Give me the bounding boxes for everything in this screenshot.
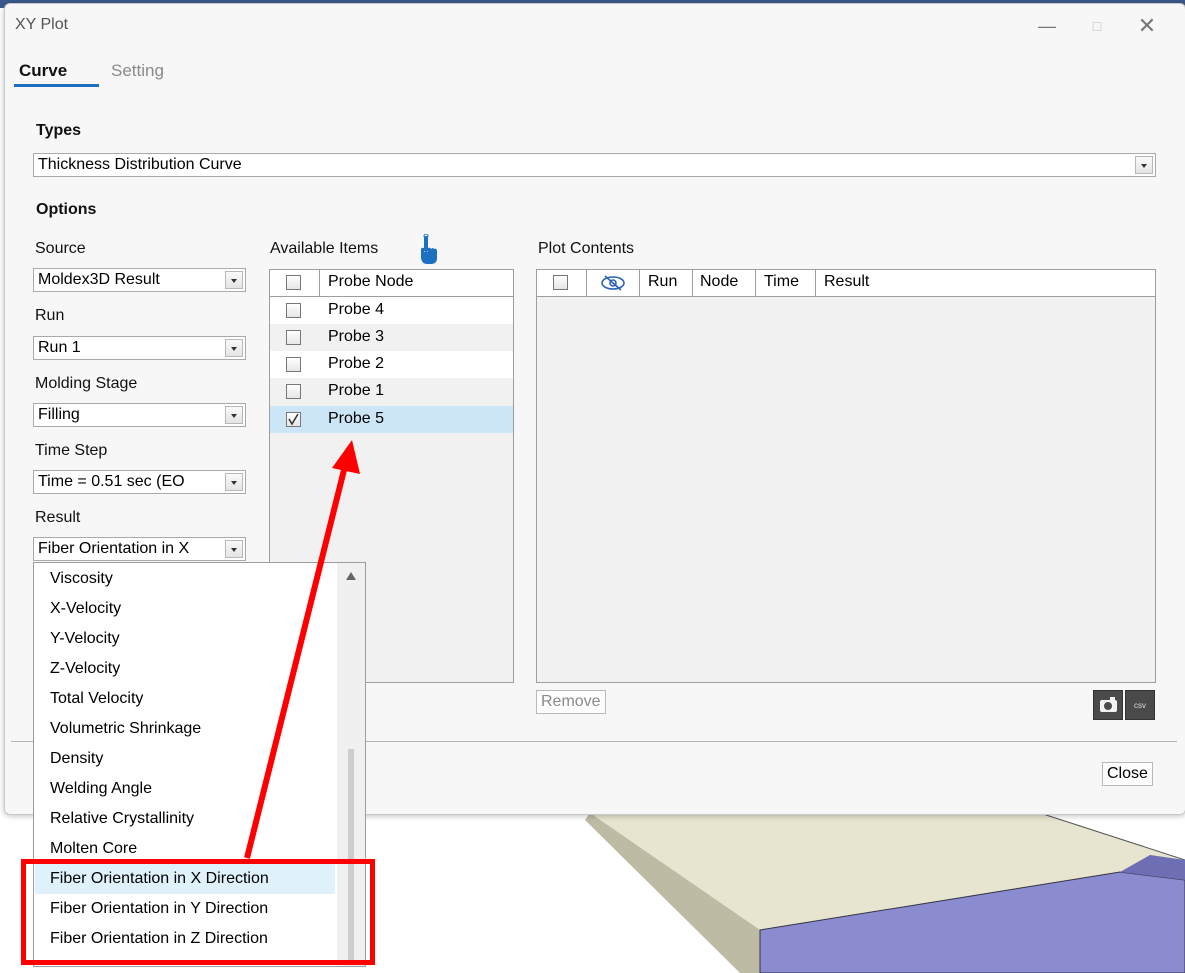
probe-checkbox[interactable] xyxy=(286,384,301,399)
result-label: Result xyxy=(35,509,81,526)
select-all-checkbox[interactable] xyxy=(286,275,301,290)
probe-checkbox[interactable] xyxy=(286,330,301,345)
chevron-down-icon[interactable] xyxy=(225,339,243,357)
col-result: Result xyxy=(824,273,870,290)
close-button[interactable]: Close xyxy=(1102,762,1153,786)
csv-export-icon[interactable]: csv xyxy=(1125,690,1155,720)
probe-label: Probe 1 xyxy=(328,382,385,399)
molding-stage-label: Molding Stage xyxy=(35,375,138,392)
result-select[interactable]: Fiber Orientation in X xyxy=(33,537,246,561)
list-item[interactable]: Probe 4 xyxy=(270,297,513,324)
scroll-up-icon[interactable] xyxy=(345,571,357,581)
dropdown-option[interactable]: Y-Velocity xyxy=(35,624,335,654)
chevron-down-icon[interactable] xyxy=(225,540,243,558)
types-value: Thickness Distribution Curve xyxy=(38,156,242,173)
time-step-label: Time Step xyxy=(35,442,108,459)
result-value: Fiber Orientation in X xyxy=(38,540,190,557)
list-item-selected[interactable]: Probe 5 xyxy=(270,406,513,433)
title-bar: XY Plot — □ ✕ xyxy=(5,4,1185,46)
dropdown-option[interactable]: Z-Velocity xyxy=(35,654,335,684)
chevron-down-icon[interactable] xyxy=(225,406,243,424)
maximize-icon[interactable]: □ xyxy=(1077,12,1117,40)
available-items-header: Probe Node xyxy=(270,270,513,297)
types-label: Types xyxy=(36,122,82,139)
list-item[interactable]: Probe 1 xyxy=(270,378,513,405)
probe-checkbox-checked[interactable] xyxy=(286,412,301,427)
tab-setting[interactable]: Setting xyxy=(111,61,164,87)
col-node: Node xyxy=(700,273,739,290)
visibility-off-icon[interactable] xyxy=(600,274,626,292)
molding-stage-value: Filling xyxy=(38,406,80,423)
probe-label: Probe 2 xyxy=(328,355,385,372)
chevron-down-icon[interactable] xyxy=(1135,156,1153,174)
window-title: XY Plot xyxy=(15,16,69,33)
hand-pointer-icon[interactable] xyxy=(417,234,441,266)
dropdown-option[interactable]: Volumetric Shrinkage xyxy=(35,714,335,744)
minimize-icon[interactable]: — xyxy=(1027,12,1067,40)
select-all-plot-checkbox[interactable] xyxy=(553,275,568,290)
plot-contents-label: Plot Contents xyxy=(538,240,635,257)
col-run: Run xyxy=(648,273,678,290)
annotation-highlight-box xyxy=(21,859,375,965)
run-label: Run xyxy=(35,307,65,324)
dropdown-option[interactable]: Welding Angle xyxy=(35,774,335,804)
list-item[interactable]: Probe 2 xyxy=(270,351,513,378)
probe-checkbox[interactable] xyxy=(286,303,301,318)
chevron-down-icon[interactable] xyxy=(225,271,243,289)
source-label: Source xyxy=(35,240,86,257)
options-label: Options xyxy=(36,201,97,218)
camera-icon[interactable] xyxy=(1093,690,1123,720)
source-select[interactable]: Moldex3D Result xyxy=(33,268,246,292)
close-window-icon[interactable]: ✕ xyxy=(1127,12,1167,40)
probe-label: Probe 5 xyxy=(328,410,385,427)
dropdown-option[interactable]: Density xyxy=(35,744,335,774)
time-step-select[interactable]: Time = 0.51 sec (EO xyxy=(33,470,246,494)
probe-checkbox[interactable] xyxy=(286,357,301,372)
dropdown-option[interactable]: Total Velocity xyxy=(35,684,335,714)
list-item[interactable]: Probe 3 xyxy=(270,324,513,351)
col-time: Time xyxy=(764,273,799,290)
types-select[interactable]: Thickness Distribution Curve xyxy=(33,153,1156,177)
remove-button[interactable]: Remove xyxy=(536,690,606,714)
plot-contents-table: Run Node Time Result xyxy=(536,269,1156,683)
available-items-label: Available Items xyxy=(270,240,379,257)
dropdown-option[interactable]: X-Velocity xyxy=(35,594,335,624)
chevron-down-icon[interactable] xyxy=(225,473,243,491)
run-select[interactable]: Run 1 xyxy=(33,336,246,360)
dropdown-option[interactable]: Relative Crystallinity xyxy=(35,804,335,834)
time-step-value: Time = 0.51 sec (EO xyxy=(38,473,185,490)
run-value: Run 1 xyxy=(38,339,81,356)
plot-contents-header: Run Node Time Result xyxy=(537,270,1155,297)
molding-stage-select[interactable]: Filling xyxy=(33,403,246,427)
source-value: Moldex3D Result xyxy=(38,271,160,288)
dropdown-option[interactable]: Viscosity xyxy=(35,564,335,594)
checkmark-icon xyxy=(288,413,299,426)
probe-label: Probe 4 xyxy=(328,301,385,318)
active-tab-indicator xyxy=(14,84,99,87)
probe-node-header: Probe Node xyxy=(328,273,414,290)
probe-label: Probe 3 xyxy=(328,328,385,345)
